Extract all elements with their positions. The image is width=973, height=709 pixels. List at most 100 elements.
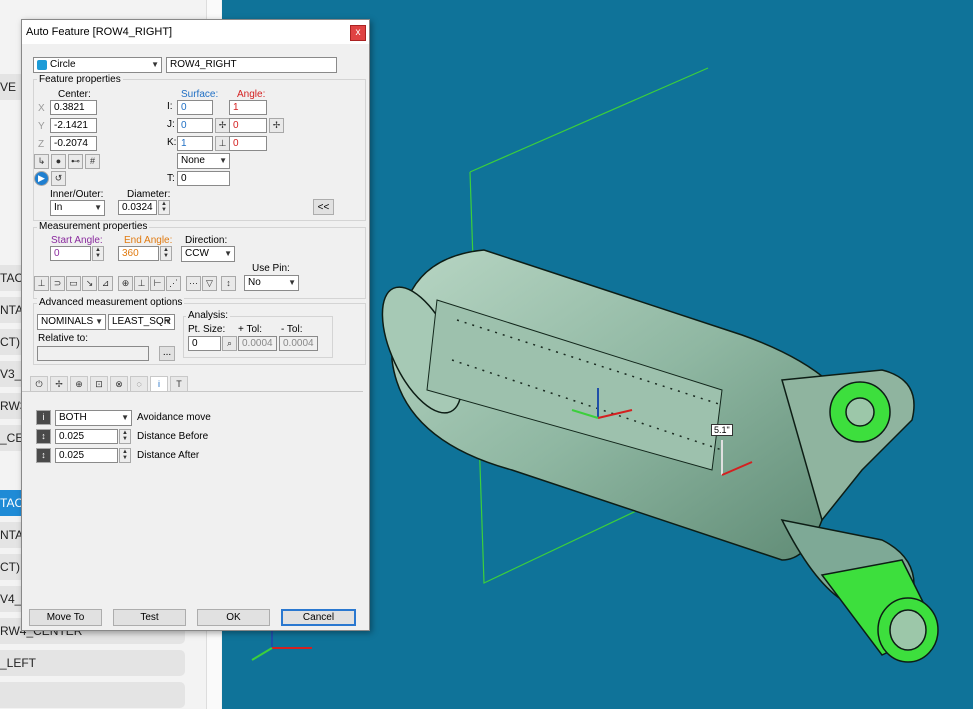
tab-power-icon[interactable]: ⏻ — [30, 376, 48, 392]
reset-icon[interactable]: ↺ — [51, 171, 66, 186]
angle-i-input[interactable]: 1 — [229, 100, 267, 115]
normal-icon[interactable]: ⊥ — [215, 136, 230, 151]
cancel-button[interactable]: Cancel — [281, 609, 356, 626]
angle-k-input[interactable]: 0 — [229, 136, 267, 151]
measure-tool-icon[interactable]: ⊿ — [98, 276, 113, 291]
line-icon[interactable]: ⊷ — [68, 154, 83, 169]
measure-tool-icon[interactable]: ↘ — [82, 276, 97, 291]
magnifier-icon[interactable]: ⌕ — [222, 336, 237, 351]
y-label: Y — [38, 121, 45, 132]
plus-tol-input[interactable]: 0.0004 — [238, 336, 277, 351]
list-item-label: TAC — [0, 271, 24, 285]
measure-tool-icon[interactable]: ⊥ — [134, 276, 149, 291]
distance-after-spinner[interactable]: ▲ ▼ — [119, 448, 131, 463]
pt-size-input[interactable]: 0 — [188, 336, 221, 351]
start-angle-spinner[interactable]: ▲ ▼ — [92, 246, 104, 261]
measure-tool-icon[interactable]: ⊢ — [150, 276, 165, 291]
avoidance-mode-select[interactable]: BOTH ▼ — [55, 410, 132, 426]
distance-before-spinner[interactable]: ▲ ▼ — [119, 429, 131, 444]
move-to-button[interactable]: Move To — [29, 609, 102, 626]
k-label: K: — [167, 137, 177, 148]
feature-name-input[interactable]: ROW4_RIGHT — [166, 57, 337, 73]
tab-info-icon[interactable]: i — [150, 376, 168, 392]
auto-feature-dialog: Auto Feature [ROW4_RIGHT] x Circle ▼ ROW… — [21, 19, 370, 631]
feature-properties-title: Feature properties — [37, 74, 123, 85]
diameter-input[interactable]: 0.0324 — [118, 200, 157, 215]
close-icon: x — [355, 27, 361, 38]
relative-to-label: Relative to: — [38, 333, 89, 344]
browse-button[interactable]: ... — [159, 346, 175, 361]
chevron-down-icon: ▼ — [224, 249, 232, 258]
use-pin-value: No — [248, 277, 261, 288]
tab-text-icon[interactable]: T — [170, 376, 188, 392]
center-label: Center: — [58, 89, 91, 100]
start-angle-label: Start Angle: — [51, 235, 103, 246]
test-button[interactable]: Test — [113, 609, 186, 626]
measure-tool-icon[interactable]: ↕ — [221, 276, 236, 291]
list-item[interactable] — [0, 682, 185, 708]
nominals-select[interactable]: NOMINALS ▼ — [37, 314, 106, 330]
chevron-down-icon: ▼ — [288, 278, 296, 287]
start-angle-input[interactable]: 0 — [50, 246, 91, 261]
distance-before-input[interactable]: 0.025 — [55, 429, 118, 444]
distance-after-input[interactable]: 0.025 — [55, 448, 118, 463]
end-angle-input[interactable]: 360 — [118, 246, 159, 261]
center-x-input[interactable]: 0.3821 — [50, 100, 97, 115]
measure-tool-icon[interactable]: ▭ — [66, 276, 81, 291]
measure-tool-icon[interactable]: ⊃ — [50, 276, 65, 291]
point-icon[interactable]: ↳ — [34, 154, 49, 169]
list-item-label: _LEFT — [0, 656, 37, 670]
avoidance-icon: i — [36, 410, 51, 425]
inner-outer-select[interactable]: In ▼ — [50, 200, 105, 216]
flip-icon[interactable]: ✢ — [215, 118, 230, 133]
ok-button[interactable]: OK — [197, 609, 270, 626]
angle-j-input[interactable]: 0 — [229, 118, 267, 133]
thickness-input[interactable]: 0 — [177, 171, 230, 186]
filter-icon[interactable]: ▽ — [202, 276, 217, 291]
chevron-down-icon: ▼ — [121, 413, 129, 422]
inner-outer-label: Inner/Outer: — [50, 189, 104, 200]
tab-probe-icon[interactable]: ⊡ — [90, 376, 108, 392]
measure-tool-icon[interactable]: ⋰ — [166, 276, 181, 291]
center-y-input[interactable]: -2.1421 — [50, 118, 97, 133]
surface-k-input[interactable]: 1 — [177, 136, 213, 151]
direction-select[interactable]: CCW ▼ — [181, 246, 235, 262]
close-button[interactable]: x — [350, 25, 366, 41]
distance-after-label: Distance After — [137, 450, 200, 461]
distance-before-icon: ↕ — [36, 429, 51, 444]
tab-cross-icon[interactable]: ⊗ — [110, 376, 128, 392]
diameter-spinner[interactable]: ▲ ▼ — [158, 200, 170, 215]
minus-tol-input[interactable]: 0.0004 — [279, 336, 318, 351]
thickness-select[interactable]: None ▼ — [177, 153, 230, 169]
measure-tool-icon[interactable]: ⊥ — [34, 276, 49, 291]
play-icon[interactable]: ▶ — [34, 171, 49, 186]
plane-edge — [469, 67, 709, 173]
measure-tool-icon[interactable]: ⋯ — [186, 276, 201, 291]
fit-mode-select[interactable]: LEAST_SQR ▼ — [108, 314, 175, 330]
list-item[interactable]: _LEFT — [0, 650, 185, 676]
surface-i-input[interactable]: 0 — [177, 100, 213, 115]
x-label: X — [38, 103, 45, 114]
list-item-label: _CE — [0, 431, 24, 445]
probe-icon[interactable]: ● — [51, 154, 66, 169]
tab-target-icon[interactable]: ⊕ — [70, 376, 88, 392]
pt-size-label: Pt. Size: — [188, 324, 226, 335]
feature-type-select[interactable]: Circle ▼ — [33, 57, 162, 73]
relative-to-input[interactable] — [37, 346, 149, 361]
tab-sensor-icon[interactable]: ◌ — [130, 376, 148, 392]
list-item-label: CT) — [0, 335, 20, 349]
use-pin-select[interactable]: No ▼ — [244, 275, 299, 291]
surface-j-input[interactable]: 0 — [177, 118, 213, 133]
center-z-input[interactable]: -0.2074 — [50, 136, 97, 151]
plus-tol-label: + Tol: — [238, 324, 262, 335]
end-angle-spinner[interactable]: ▲ ▼ — [160, 246, 172, 261]
grid-icon[interactable]: # — [85, 154, 100, 169]
fit-mode-value: LEAST_SQR — [112, 316, 171, 327]
collapse-button[interactable]: << — [313, 199, 334, 215]
dialog-titlebar[interactable]: Auto Feature [ROW4_RIGHT] x — [22, 20, 369, 44]
flip-icon[interactable]: ✢ — [269, 118, 284, 133]
measure-tool-icon[interactable]: ⊕ — [118, 276, 133, 291]
use-pin-label: Use Pin: — [252, 263, 290, 274]
direction-label: Direction: — [185, 235, 228, 246]
tab-move-icon[interactable]: ✢ — [50, 376, 68, 392]
